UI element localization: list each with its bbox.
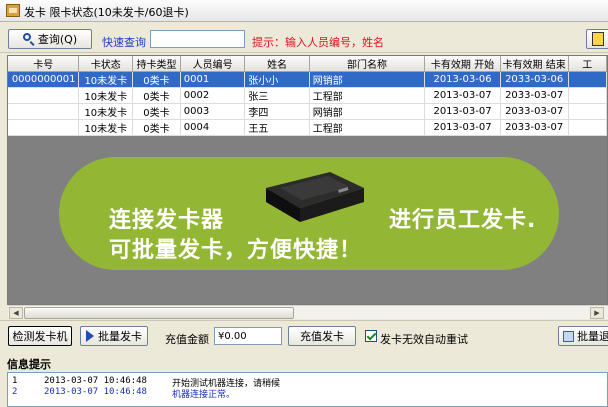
column-header[interactable]: 卡状态 — [78, 56, 134, 72]
table-cell: 2033-03-06 — [500, 71, 569, 88]
table-cell: 2013-03-07 — [424, 103, 501, 120]
table-cell: 2033-03-07 — [500, 103, 569, 120]
column-header[interactable]: 卡有效期 结束 — [500, 56, 569, 72]
toolbar: 查询(Q) 快速查询 提示：输入人员编号，姓名 — [0, 23, 608, 53]
scrollbar-thumb[interactable] — [24, 307, 294, 319]
table-cell: 10未发卡 — [78, 87, 134, 104]
detect-reader-button[interactable]: 检测发卡机 — [8, 326, 72, 346]
scroll-right-icon[interactable]: ▶ — [590, 307, 604, 319]
info-panel-title: 信息提示 — [7, 358, 51, 371]
quick-query-input[interactable] — [150, 30, 245, 48]
table-cell — [568, 103, 607, 120]
table-cell: 0类卡 — [132, 119, 181, 136]
column-header[interactable]: 卡有效期 开始 — [424, 56, 501, 72]
table-cell: 10未发卡 — [78, 119, 134, 136]
action-bar: 检测发卡机 批量发卡 充值金额 充值发卡 发卡无效自动重试 批量退 — [0, 320, 608, 352]
table-cell: 0004 — [180, 119, 246, 136]
table-cell: 2013-03-06 — [424, 71, 501, 88]
exit-button[interactable] — [586, 29, 608, 49]
table-cell — [568, 87, 607, 104]
table-cell: 网销部 — [309, 71, 426, 88]
banner-line1-left: 连接发卡器 — [109, 208, 225, 233]
table-cell: 工程部 — [309, 119, 426, 136]
quick-query-label: 快速查询 — [102, 36, 146, 49]
info-log: 1 2013-03-07 10:46:48 开始测试机器连接，请稍候 2 2013-03… — [7, 372, 608, 407]
log-message: 机器连接正常。 — [172, 390, 236, 400]
table-cell: 张三 — [244, 87, 310, 104]
table-header-row: 卡号 卡状态 持卡类型 人员编号 姓名 部门名称 卡有效期 开始 卡有效期 结束工 — [8, 56, 607, 72]
table-cell: 王五 — [244, 119, 310, 136]
table-cell — [568, 71, 607, 88]
batch-return-button[interactable]: 批量退 — [558, 326, 608, 346]
table-cell: 李四 — [244, 103, 310, 120]
card-reader-icon — [266, 172, 364, 222]
batch-return-label: 批量退 — [577, 330, 608, 343]
amount-input[interactable] — [214, 327, 282, 345]
table-cell: 0类卡 — [132, 87, 181, 104]
table-cell: 2013-03-07 — [424, 87, 501, 104]
column-header[interactable]: 持卡类型 — [132, 56, 181, 72]
column-header[interactable]: 姓名 — [244, 56, 310, 72]
batch-issue-label: 批量发卡 — [98, 330, 142, 343]
table-cell — [8, 119, 80, 136]
table-row[interactable]: 0000000001 10未发卡 0类卡 0001 张小小 网销部 2013-03-06 20… — [8, 71, 607, 88]
table-row[interactable]: 10未发卡 0类卡 0002 张三 工程部 2013-03-07 2033-03-07 — [8, 87, 607, 104]
table-cell: 10未发卡 — [78, 71, 134, 88]
auto-retry-label: 发卡无效自动重试 — [380, 333, 468, 346]
column-header[interactable]: 工 — [568, 56, 607, 72]
banner-line2: 可批量发卡，方便快捷！ — [109, 238, 363, 263]
table-cell: 0类卡 — [132, 103, 181, 120]
table-cell: 0001 — [180, 71, 246, 88]
card-table: 卡号 卡状态 持卡类型 人员编号 姓名 部门名称 卡有效期 开始 卡有效期 结束工 00000… — [8, 56, 607, 136]
promo-banner: 连接发卡器 进行员工发卡. 可批量发卡，方便快捷！ — [59, 157, 559, 270]
column-header[interactable]: 人员编号 — [180, 56, 246, 72]
column-header[interactable]: 卡号 — [8, 56, 80, 72]
log-index: 1 — [12, 376, 18, 386]
table-cell — [8, 103, 80, 120]
table-row[interactable]: 10未发卡 0类卡 0003 李四 网销部 2013-03-07 2033-03-07 — [8, 103, 607, 120]
door-icon — [592, 32, 604, 46]
log-time: 2013-03-07 10:46:48 — [44, 376, 147, 386]
scroll-left-icon[interactable]: ◀ — [9, 307, 23, 319]
card-grid: 卡号 卡状态 持卡类型 人员编号 姓名 部门名称 卡有效期 开始 卡有效期 结束工 00000… — [7, 55, 608, 305]
query-button[interactable]: 查询(Q) — [8, 29, 92, 49]
banner-line1-right: 进行员工发卡. — [389, 208, 537, 233]
amount-label: 充值金额 — [165, 333, 209, 346]
table-cell: 0003 — [180, 103, 246, 120]
title-bar: 发卡 限卡状态(10未发卡/60退卡) — [0, 0, 608, 22]
query-button-label: 查询(Q) — [37, 33, 78, 46]
table-cell: 2013-03-07 — [424, 119, 501, 136]
search-hint: 提示：输入人员编号，姓名 — [252, 36, 384, 49]
table-cell — [8, 87, 80, 104]
table-cell: 0002 — [180, 87, 246, 104]
table-cell: 0000000001 — [8, 71, 80, 88]
play-icon — [86, 330, 94, 342]
table-cell: 10未发卡 — [78, 103, 134, 120]
table-cell: 0类卡 — [132, 71, 181, 88]
log-index: 2 — [12, 387, 18, 397]
column-header[interactable]: 部门名称 — [309, 56, 426, 72]
table-cell: 张小小 — [244, 71, 310, 88]
search-icon — [22, 33, 35, 45]
topup-issue-button[interactable]: 充值发卡 — [288, 326, 356, 346]
table-cell: 工程部 — [309, 87, 426, 104]
return-card-icon — [563, 330, 574, 342]
batch-issue-button[interactable]: 批量发卡 — [80, 326, 148, 346]
table-cell: 2033-03-07 — [500, 87, 569, 104]
table-cell: 网销部 — [309, 103, 426, 120]
table-row[interactable]: 10未发卡 0类卡 0004 王五 工程部 2013-03-07 2033-03-07 — [8, 119, 607, 136]
table-cell — [568, 119, 607, 136]
table-cell: 2033-03-07 — [500, 119, 569, 136]
card-app-icon — [6, 4, 20, 17]
auto-retry-checkbox[interactable] — [365, 330, 377, 342]
window-title: 发卡 限卡状态(10未发卡/60退卡) — [24, 6, 189, 19]
log-time: 2013-03-07 10:46:48 — [44, 387, 147, 397]
horizontal-scrollbar[interactable]: ◀ ▶ — [8, 305, 608, 319]
